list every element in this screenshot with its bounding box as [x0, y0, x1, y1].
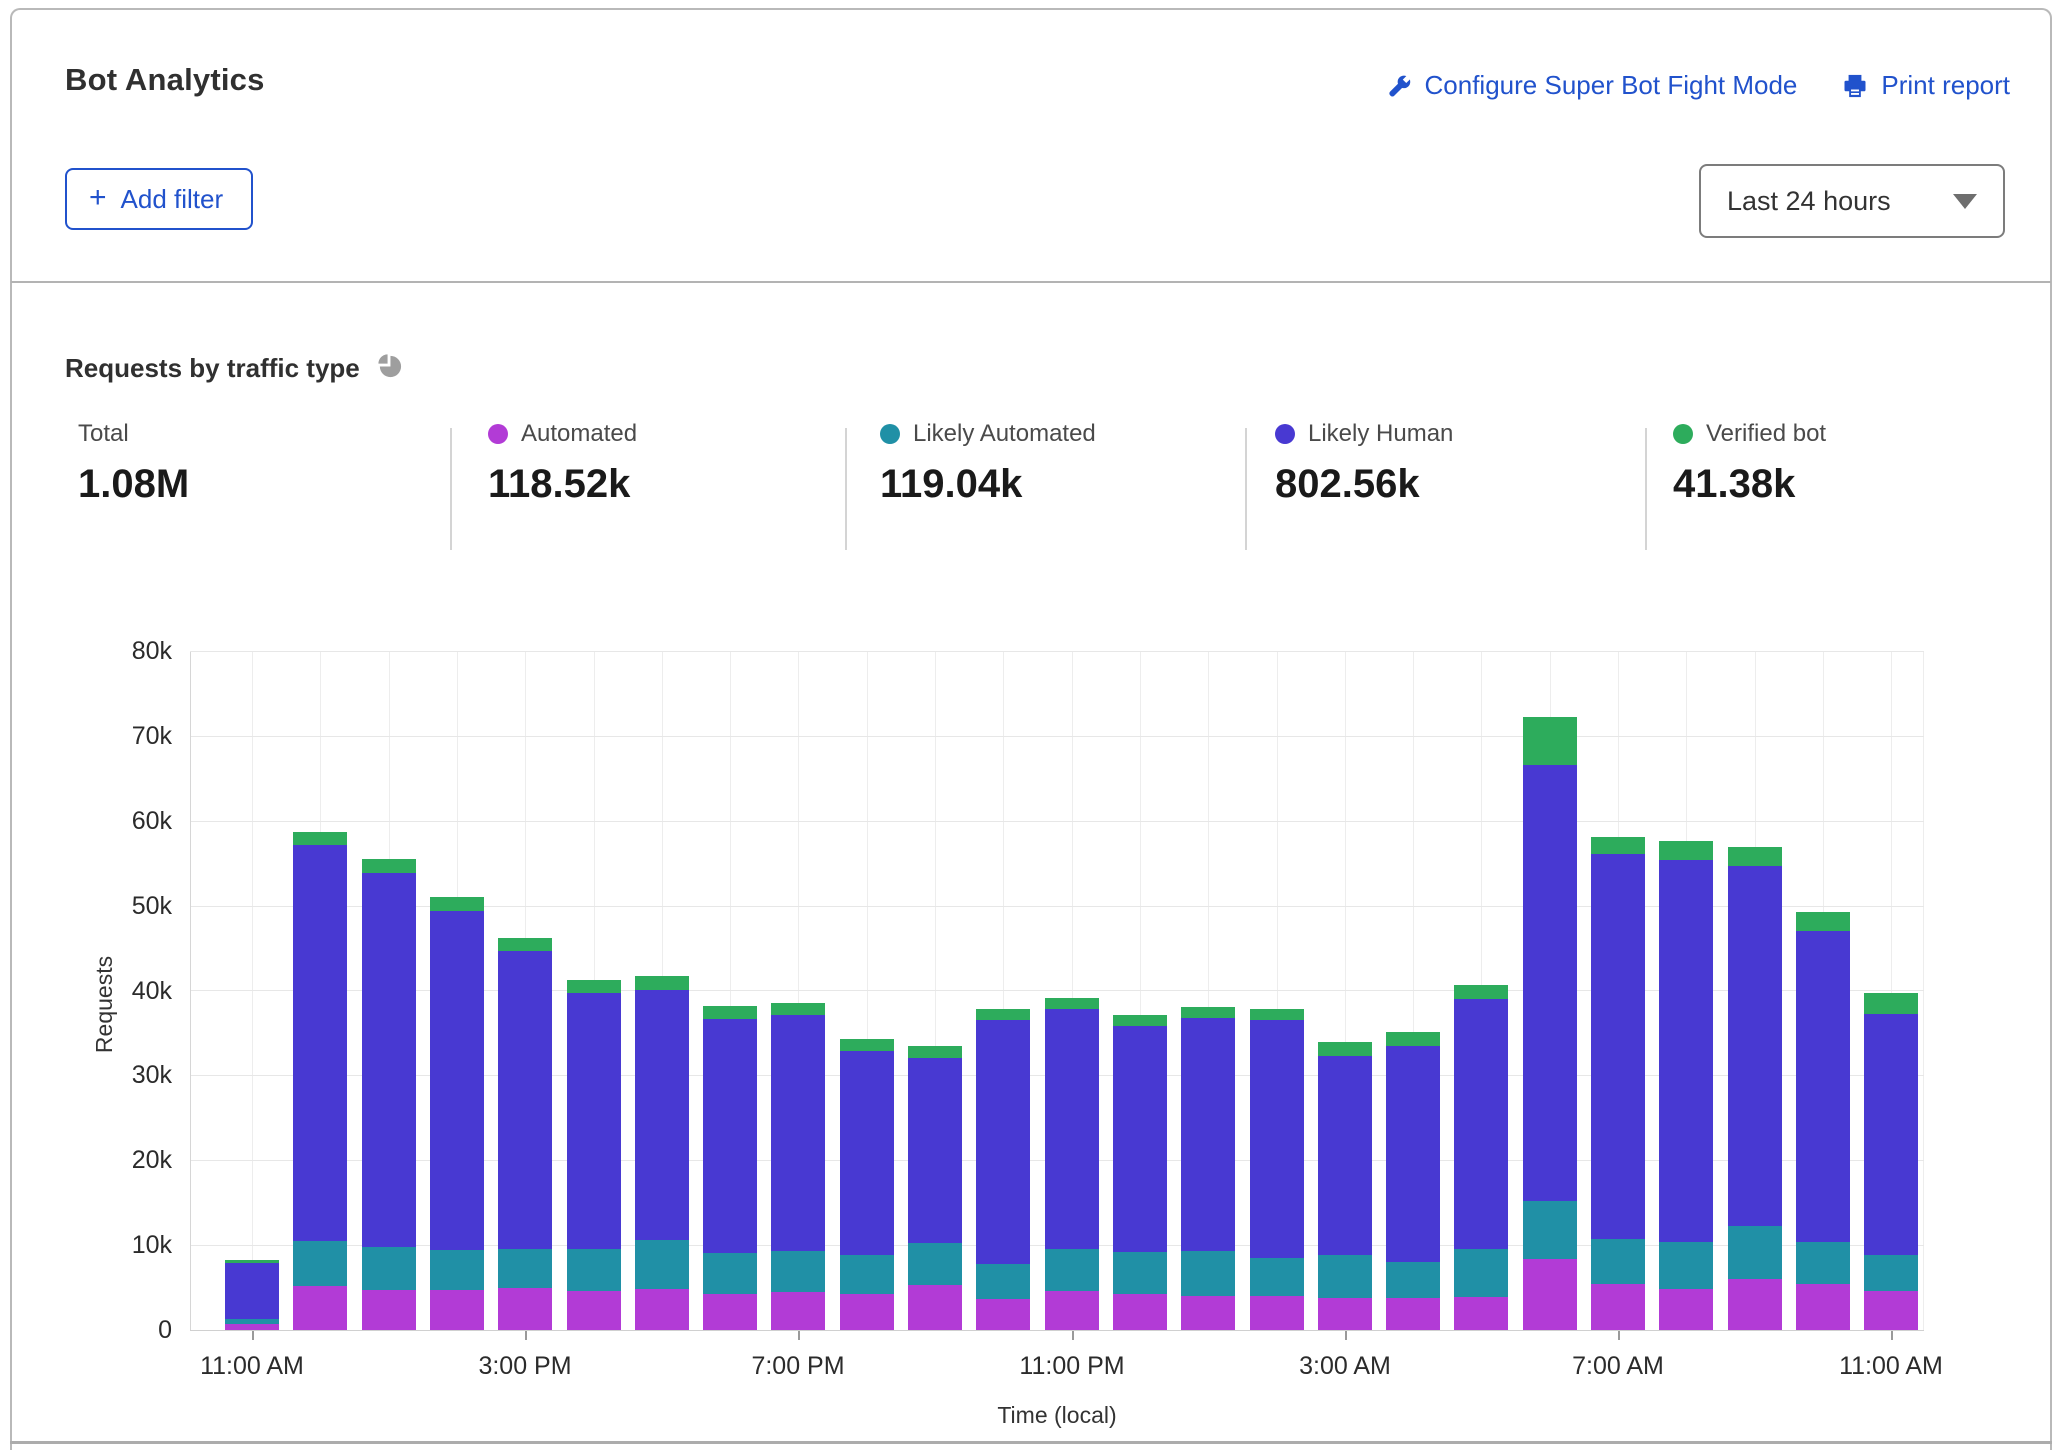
stat-label: Total	[78, 420, 129, 448]
stat-label: Likely Automated	[913, 420, 1096, 448]
stat-value: 1.08M	[78, 462, 189, 507]
stat-likely-human: Likely Human 802.56k	[1275, 420, 1453, 507]
header-divider	[11, 281, 2051, 283]
header-actions: Configure Super Bot Fight Mode Print rep…	[1385, 70, 2010, 101]
stat-separator	[1245, 428, 1247, 550]
wrench-icon	[1385, 72, 1413, 100]
print-report-link[interactable]: Print report	[1841, 70, 2010, 101]
section-title: Requests by traffic type	[65, 353, 360, 384]
time-range-value: Last 24 hours	[1727, 186, 1891, 217]
legend-dot	[488, 424, 508, 444]
configure-super-bot-fight-mode-link[interactable]: Configure Super Bot Fight Mode	[1385, 70, 1798, 101]
chevron-down-icon	[1953, 194, 1977, 209]
legend-dot	[880, 424, 900, 444]
stat-value: 41.38k	[1673, 462, 1826, 507]
bot-analytics-panel: Bot Analytics Configure Super Bot Fight …	[0, 0, 2062, 1450]
stat-label: Automated	[521, 420, 637, 448]
configure-link-label: Configure Super Bot Fight Mode	[1425, 70, 1798, 101]
printer-icon	[1841, 72, 1869, 100]
pie-chart-icon	[376, 352, 403, 384]
stat-likely-automated: Likely Automated 119.04k	[880, 420, 1096, 507]
legend-dot	[1673, 424, 1693, 444]
legend-dot	[1275, 424, 1295, 444]
stat-value: 802.56k	[1275, 462, 1453, 507]
stat-verified-bot: Verified bot 41.38k	[1673, 420, 1826, 507]
time-range-select[interactable]: Last 24 hours	[1699, 164, 2005, 238]
stat-separator	[450, 428, 452, 550]
print-link-label: Print report	[1881, 70, 2010, 101]
stat-total: Total 1.08M	[78, 420, 189, 507]
stat-value: 119.04k	[880, 462, 1096, 507]
add-filter-label: Add filter	[121, 184, 224, 215]
traffic-type-stats: Total 1.08M Automated 118.52k Likely Automat…	[0, 420, 2062, 560]
stat-label: Likely Human	[1308, 420, 1453, 448]
next-panel-border	[10, 1441, 2052, 1444]
plus-icon: +	[89, 183, 107, 213]
stat-separator	[845, 428, 847, 550]
stat-label: Verified bot	[1706, 420, 1826, 448]
stat-value: 118.52k	[488, 462, 637, 507]
page-title: Bot Analytics	[65, 62, 265, 98]
add-filter-button[interactable]: + Add filter	[65, 168, 253, 230]
stat-automated: Automated 118.52k	[488, 420, 637, 507]
stat-separator	[1645, 428, 1647, 550]
